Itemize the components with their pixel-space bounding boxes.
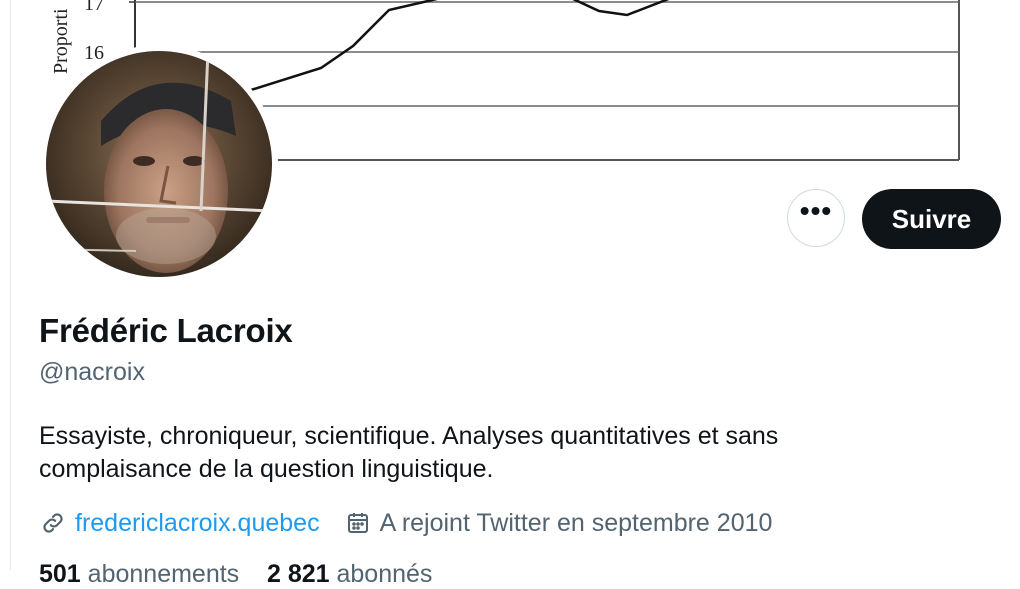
avatar[interactable] (40, 45, 278, 283)
y-axis-label: Proporti (50, 8, 72, 74)
chart-line (250, 0, 670, 92)
following-label: abonnements (87, 560, 240, 588)
profile-handle: @nacroix (39, 358, 145, 386)
link-icon (39, 509, 67, 537)
profile-meta: fredericlacroix.quebec A rejoint Twitter… (39, 505, 772, 541)
follow-button[interactable]: Suivre (862, 189, 1001, 249)
website-link[interactable]: fredericlacroix.quebec (75, 509, 320, 538)
followers-label: abonnés (336, 560, 433, 588)
bio-line-2: complaisance de la question linguistique… (39, 455, 494, 483)
tick-17: 17 (84, 0, 104, 15)
joined-date: A rejoint Twitter en septembre 2010 (379, 508, 773, 537)
followers-link[interactable]: 2 821 abonnés (267, 560, 432, 588)
avatar-photo (46, 51, 272, 277)
following-count: 501 (39, 560, 81, 588)
following-link[interactable]: 501 abonnements (39, 560, 239, 588)
bio-line-1: Essayiste, chroniqueur, scientifique. An… (39, 422, 779, 450)
profile-bio: Essayiste, chroniqueur, scientifique. An… (39, 420, 939, 486)
follow-stats: 501 abonnements 2 821 abonnés (39, 560, 432, 589)
calendar-icon (344, 509, 372, 537)
more-options-button[interactable]: ••• (787, 189, 845, 247)
followers-count: 2 821 (266, 560, 330, 588)
profile-name: Frédéric Lacroix (39, 312, 293, 349)
more-icon: ••• (799, 195, 833, 226)
